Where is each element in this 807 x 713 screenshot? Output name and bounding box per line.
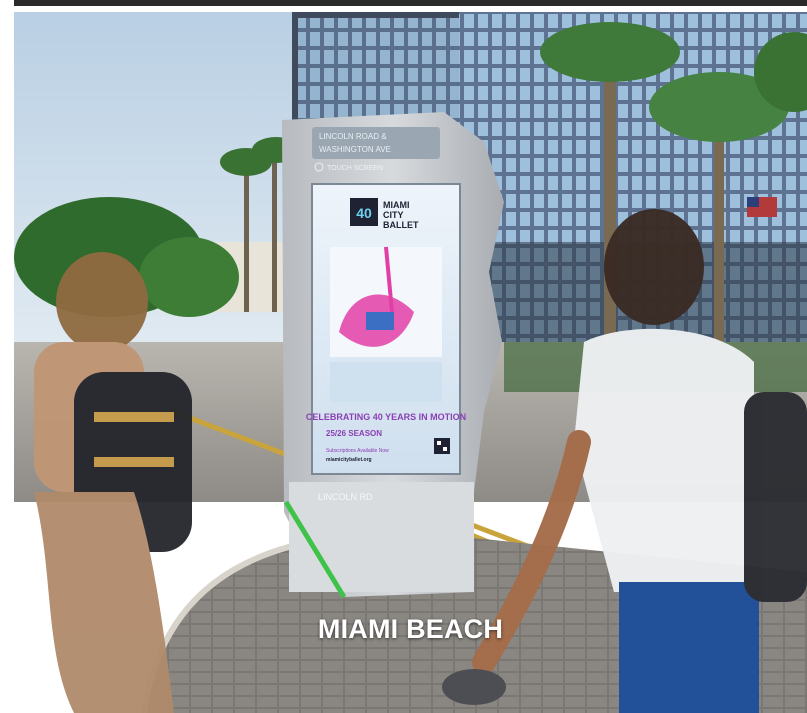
- photo-frame: LINCOLN ROAD & WASHINGTON AVE TOUCH SCRE…: [0, 0, 807, 713]
- ad-headline: CELEBRATING 40 YEARS IN MOTION: [306, 412, 466, 422]
- ad-url: miamicityballet.org: [326, 457, 372, 463]
- top-divider-bar: [14, 0, 807, 6]
- ad-season: 25/26 SEASON: [326, 429, 382, 438]
- touch-screen-label: TOUCH SCREEN: [327, 165, 383, 172]
- logo-number: 40: [356, 205, 372, 221]
- kiosk-base-label: LINCOLN RD: [318, 492, 373, 502]
- brand-line3: BALLET: [383, 220, 419, 230]
- brand-line2: CITY: [383, 210, 404, 220]
- location-caption: MIAMI BEACH: [317, 614, 504, 644]
- brand-line1: MIAMI: [383, 200, 410, 210]
- street-sign-line2: WASHINGTON AVE: [319, 145, 391, 154]
- qr-code: [434, 438, 450, 454]
- street-photo: LINCOLN ROAD & WASHINGTON AVE TOUCH SCRE…: [14, 12, 807, 713]
- ad-cta: Subscriptions Available Now: [326, 448, 389, 454]
- blue-skirt: [619, 582, 759, 713]
- digital-kiosk: LINCOLN ROAD & WASHINGTON AVE TOUCH SCRE…: [282, 112, 504, 599]
- street-sign-line1: LINCOLN ROAD &: [319, 132, 387, 141]
